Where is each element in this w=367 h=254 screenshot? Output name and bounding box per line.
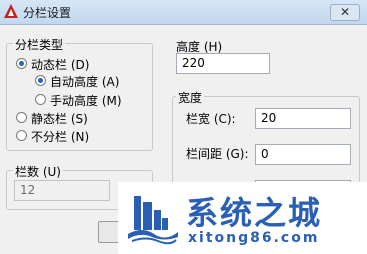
radio-static-indicator[interactable] xyxy=(16,112,27,123)
close-button[interactable]: ✕ xyxy=(330,4,360,21)
radio-dynamic-label: 动态栏 (D) xyxy=(31,58,90,72)
column-count-title: 栏数 (U) xyxy=(13,163,63,180)
watermark: 系统之城 xitong86.com xyxy=(118,182,367,254)
gutter-field[interactable]: 0 xyxy=(255,144,351,165)
radio-manual-height-label: 手动高度 (M) xyxy=(50,94,122,108)
radio-dynamic-indicator[interactable] xyxy=(16,58,27,69)
width-title: 宽度 xyxy=(176,89,205,106)
radio-static-label: 静态栏 (S) xyxy=(31,112,88,126)
autocad-app-icon xyxy=(4,4,18,18)
city-logo-icon xyxy=(128,196,178,245)
height-field[interactable]: 220 xyxy=(176,53,270,74)
watermark-url: xitong86.com xyxy=(188,230,320,246)
window-title: 分栏设置 xyxy=(23,6,72,20)
radio-no-columns-indicator[interactable] xyxy=(16,130,27,141)
radio-auto-height-indicator[interactable] xyxy=(35,75,46,86)
column-count-field: 12 xyxy=(14,180,110,201)
column-width-field[interactable]: 20 xyxy=(255,108,351,129)
column-type-title: 分栏类型 xyxy=(13,36,66,53)
gutter-label: 栏间距 (G): xyxy=(186,147,249,161)
watermark-name: 系统之城 xyxy=(186,194,323,232)
close-icon: ✕ xyxy=(339,5,351,19)
column-width-label: 栏宽 (C): xyxy=(186,112,236,126)
radio-auto-height-label: 自动高度 (A) xyxy=(50,75,120,89)
radio-no-columns-label: 不分栏 (N) xyxy=(31,130,90,144)
column-settings-dialog: 分栏设置 ✕ 分栏类型 动态栏 (D) 自动高度 (A) 手动高度 (M) 静态… xyxy=(0,0,367,254)
radio-manual-height-indicator[interactable] xyxy=(35,94,46,105)
title-bar: 分栏设置 ✕ xyxy=(0,0,367,25)
